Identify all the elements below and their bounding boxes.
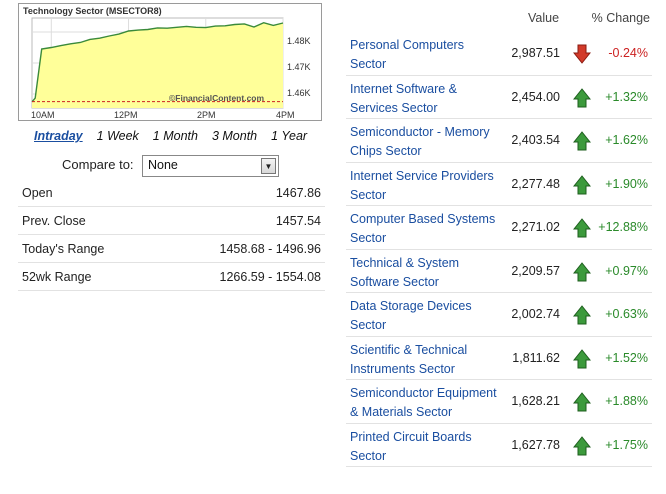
table-row: Scientific & Technical Instruments Secto… bbox=[346, 337, 652, 380]
sector-change: +0.97% bbox=[605, 263, 648, 278]
stat-row-open: Open 1467.86 bbox=[18, 179, 325, 207]
stat-row-52wk-range: 52wk Range 1266.59 - 1554.08 bbox=[18, 263, 325, 291]
sector-link[interactable]: Personal Computers Sector bbox=[350, 36, 500, 74]
sector-link[interactable]: Data Storage Devices Sector bbox=[350, 297, 500, 335]
arrow-up-icon bbox=[573, 218, 591, 238]
arrow-up-icon bbox=[573, 261, 591, 281]
table-row: Printed Circuit Boards Sector 1,627.78 +… bbox=[346, 424, 652, 467]
y-tick-label: 1.47K bbox=[287, 62, 311, 72]
sector-value: 1,627.78 bbox=[511, 437, 560, 452]
sector-change: +1.88% bbox=[605, 394, 648, 408]
y-tick-label: 1.46K bbox=[287, 88, 311, 98]
time-range-selector: Intraday 1 Week 1 Month 3 Month 1 Year bbox=[34, 129, 321, 143]
x-tick-label: 4PM bbox=[276, 110, 295, 120]
range-1-year-link[interactable]: 1 Year bbox=[271, 129, 307, 143]
sector-link[interactable]: Semiconductor Equipment & Materials Sect… bbox=[350, 384, 500, 422]
sector-value: 1,811.62 bbox=[512, 350, 560, 365]
sector-change: +1.75% bbox=[605, 437, 648, 452]
column-header-change: % Change bbox=[591, 11, 650, 25]
sector-change: +12.88% bbox=[598, 220, 648, 234]
sector-change: +1.62% bbox=[605, 133, 648, 147]
stat-row-prev-close: Prev. Close 1457.54 bbox=[18, 207, 325, 235]
chart-plot bbox=[31, 17, 284, 109]
arrow-up-icon bbox=[573, 174, 591, 194]
sector-link[interactable]: Semiconductor - Memory Chips Sector bbox=[350, 123, 500, 161]
chart-watermark: ©FinancialContent.com bbox=[169, 93, 265, 103]
x-tick-label: 12PM bbox=[114, 110, 138, 120]
compare-label: Compare to: bbox=[62, 157, 134, 172]
stat-label: 52wk Range bbox=[22, 269, 92, 284]
arrow-up-icon bbox=[573, 435, 591, 455]
stat-value: 1458.68 - 1496.96 bbox=[219, 241, 321, 256]
sector-link[interactable]: Technical & System Software Sector bbox=[350, 254, 500, 292]
sector-value: 2,987.51 bbox=[511, 46, 560, 60]
table-row: Personal Computers Sector 2,987.51 -0.24… bbox=[346, 32, 652, 76]
column-header-value: Value bbox=[528, 11, 560, 25]
table-row: Semiconductor Equipment & Materials Sect… bbox=[346, 380, 652, 424]
sector-value: 2,277.48 bbox=[511, 176, 560, 191]
stats-table: Open 1467.86 Prev. Close 1457.54 Today's… bbox=[18, 179, 325, 291]
table-row: Technical & System Software Sector 2,209… bbox=[346, 250, 652, 293]
compare-select[interactable]: None ▼ bbox=[142, 155, 279, 177]
stat-value: 1467.86 bbox=[275, 185, 321, 200]
y-tick-label: 1.48K bbox=[287, 36, 311, 46]
sector-change: +1.52% bbox=[605, 350, 648, 365]
arrow-up-icon bbox=[573, 131, 591, 151]
table-row: Semiconductor - Memory Chips Sector 2,40… bbox=[346, 119, 652, 163]
arrow-up-icon bbox=[573, 87, 591, 107]
arrow-up-icon bbox=[573, 392, 591, 412]
sector-link[interactable]: Printed Circuit Boards Sector bbox=[350, 428, 500, 466]
sector-value: 2,002.74 bbox=[511, 307, 560, 321]
range-3-month-link[interactable]: 3 Month bbox=[212, 129, 257, 143]
sector-link[interactable]: Computer Based Systems Sector bbox=[350, 210, 500, 248]
x-tick-label: 10AM bbox=[31, 110, 55, 120]
range-1-month-link[interactable]: 1 Month bbox=[153, 129, 198, 143]
sector-change: +0.63% bbox=[605, 307, 648, 321]
sector-table: Value % Change Personal Computers Sector… bbox=[346, 8, 652, 467]
range-1-week-link[interactable]: 1 Week bbox=[97, 129, 139, 143]
stat-row-todays-range: Today's Range 1458.68 - 1496.96 bbox=[18, 235, 325, 263]
sector-value: 2,209.57 bbox=[511, 263, 560, 278]
sector-link[interactable]: Scientific & Technical Instruments Secto… bbox=[350, 341, 500, 379]
x-tick-label: 2PM bbox=[197, 110, 216, 120]
compare-selected-value: None bbox=[148, 158, 178, 172]
sector-link[interactable]: Internet Software & Services Sector bbox=[350, 80, 500, 118]
sector-chart: Technology Sector (MSECTOR8) ©FinancialC… bbox=[18, 3, 322, 121]
sector-value: 2,454.00 bbox=[511, 89, 560, 104]
sector-change: +1.32% bbox=[605, 89, 648, 104]
arrow-up-icon bbox=[573, 348, 591, 368]
sector-value: 2,271.02 bbox=[511, 220, 560, 234]
stat-value: 1457.54 bbox=[275, 213, 321, 228]
sector-value: 2,403.54 bbox=[511, 133, 560, 147]
sector-link[interactable]: Internet Service Providers Sector bbox=[350, 167, 500, 205]
chart-title: Technology Sector (MSECTOR8) bbox=[23, 6, 162, 16]
table-row: Data Storage Devices Sector 2,002.74 +0.… bbox=[346, 293, 652, 337]
stat-label: Today's Range bbox=[22, 241, 105, 256]
stat-value: 1266.59 - 1554.08 bbox=[219, 269, 321, 284]
arrow-down-icon bbox=[573, 44, 591, 64]
sector-change: +1.90% bbox=[605, 176, 648, 191]
dropdown-arrow-icon[interactable]: ▼ bbox=[261, 158, 276, 174]
table-header: Value % Change bbox=[346, 8, 652, 32]
table-row: Computer Based Systems Sector 2,271.02 +… bbox=[346, 206, 652, 250]
table-row: Internet Software & Services Sector 2,45… bbox=[346, 76, 652, 119]
sector-rows: Personal Computers Sector 2,987.51 -0.24… bbox=[346, 32, 652, 467]
table-row: Internet Service Providers Sector 2,277.… bbox=[346, 163, 652, 206]
stat-label: Prev. Close bbox=[22, 213, 86, 228]
range-intraday-link[interactable]: Intraday bbox=[34, 129, 83, 143]
sector-value: 1,628.21 bbox=[511, 394, 560, 408]
sector-change: -0.24% bbox=[608, 46, 648, 60]
stat-label: Open bbox=[22, 185, 53, 200]
arrow-up-icon bbox=[573, 305, 591, 325]
